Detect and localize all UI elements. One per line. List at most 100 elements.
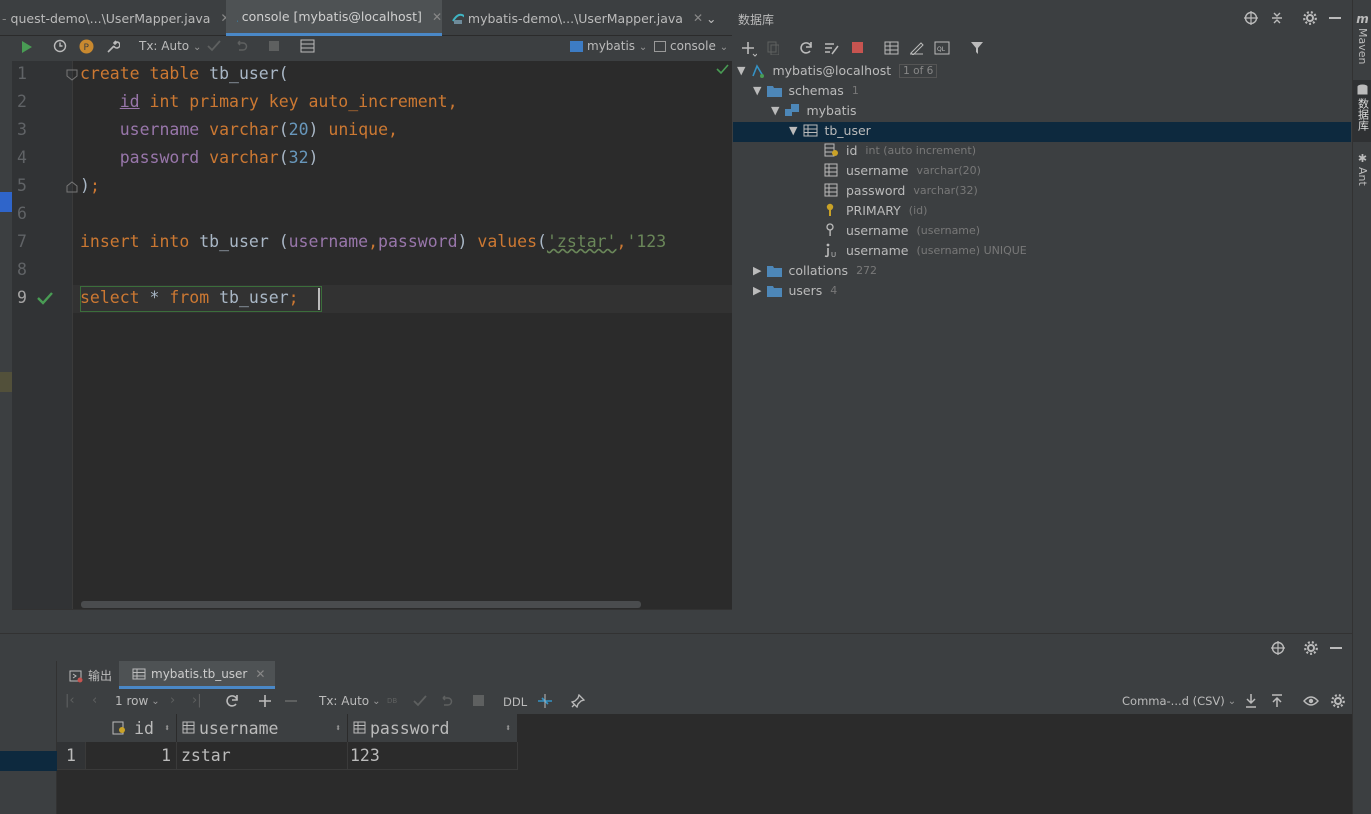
column-header-id[interactable]: id ⬍ <box>86 714 177 742</box>
tree-node-column[interactable]: Uusername (username) UNIQUE <box>824 243 1027 258</box>
datasource-dropdown[interactable]: mybatis ⌄ <box>570 39 647 53</box>
tx-mode-label: Tx: Auto <box>139 39 190 53</box>
rollback-icon[interactable] <box>234 39 248 53</box>
add-icon[interactable] <box>741 41 757 57</box>
table-view-icon[interactable] <box>300 39 315 53</box>
pin-icon[interactable] <box>571 694 585 708</box>
close-icon[interactable]: ✕ <box>255 667 265 681</box>
add-row-icon[interactable] <box>259 695 271 707</box>
tx-mode-dropdown[interactable]: Tx: Auto ⌄ <box>139 39 201 53</box>
sort-icon[interactable]: ⬍ <box>505 723 511 734</box>
first-page-icon[interactable]: |‹ <box>65 693 75 708</box>
tree-node-connection[interactable]: ▼ mybatis@localhost 1 of 6 <box>737 63 938 78</box>
close-icon[interactable]: ✕ <box>432 10 442 24</box>
tree-node-column[interactable]: id int (auto increment) <box>824 143 976 158</box>
run-icon[interactable] <box>21 40 33 54</box>
tab-console[interactable]: console [mybatis@localhost] ✕ <box>226 0 442 36</box>
cell-password[interactable]: 123 <box>348 742 518 770</box>
rollback-icon[interactable] <box>439 694 453 708</box>
refresh-icon[interactable] <box>225 694 239 708</box>
code-line[interactable]: create table tb_user( <box>80 64 289 83</box>
ddl-button[interactable]: DDL <box>503 695 527 709</box>
horizontal-scrollbar[interactable] <box>81 601 641 608</box>
tab-usermapper-mybatis[interactable]: mybatis-demo\...\UserMapper.java ✕ <box>443 0 703 36</box>
target-icon[interactable] <box>1244 11 1258 25</box>
table-icon[interactable] <box>884 41 899 55</box>
tree-node-column[interactable]: username (username) <box>824 223 980 238</box>
session-dropdown[interactable]: console ⌄ <box>654 39 728 53</box>
edit-schema-icon[interactable] <box>824 41 839 55</box>
chevron-down-icon[interactable]: ⌄ <box>706 0 728 36</box>
row-number[interactable]: 1 <box>57 742 86 770</box>
cell-username[interactable]: zstar <box>177 742 348 770</box>
history-icon[interactable] <box>53 39 67 53</box>
refresh-icon[interactable] <box>799 41 813 55</box>
db-commit-icon[interactable]: DB <box>387 694 399 708</box>
tree-node-column[interactable]: PRIMARY (id) <box>824 203 927 218</box>
commit-icon[interactable] <box>413 695 427 707</box>
collapse-icon[interactable] <box>1271 11 1283 25</box>
gear-icon[interactable] <box>1303 11 1317 25</box>
tab-mybatis-tb-user[interactable]: mybatis.tb_user ✕ <box>119 661 276 689</box>
code-line[interactable]: insert into tb_user (username,password) … <box>80 232 666 251</box>
gear-icon[interactable] <box>1304 641 1318 655</box>
svg-text:QL: QL <box>937 46 946 53</box>
code-line[interactable]: password varchar(32) <box>80 148 319 167</box>
ant-tool-button[interactable]: ✱ Ant <box>1354 152 1371 194</box>
target-icon[interactable] <box>1271 641 1285 655</box>
database-tool-button[interactable]: 数据库 <box>1353 80 1371 142</box>
tree-node-schema-mybatis[interactable]: ▼ mybatis <box>771 103 857 118</box>
query-console-icon[interactable]: QL <box>934 41 950 55</box>
fold-icon[interactable] <box>66 181 78 193</box>
tab-output[interactable]: 输出 <box>69 667 112 684</box>
code-line[interactable]: username varchar(20) unique, <box>80 120 398 139</box>
filter-icon[interactable] <box>970 41 984 55</box>
delete-row-icon[interactable] <box>285 700 297 702</box>
download-icon[interactable] <box>1245 694 1257 708</box>
column-header-username[interactable]: username ⬍ <box>177 714 348 742</box>
tree-node-column[interactable]: password varchar(32) <box>824 183 978 198</box>
code-line[interactable]: ); <box>80 176 100 195</box>
stop-icon[interactable] <box>268 40 280 52</box>
row-count-dropdown[interactable]: 1 row ⌄ <box>115 694 160 708</box>
prev-page-icon[interactable]: ‹ <box>92 693 97 708</box>
profile-icon[interactable]: P <box>79 39 94 54</box>
selected-service[interactable] <box>0 751 57 771</box>
tree-node-schemas[interactable]: ▼ schemas 1 <box>753 83 859 98</box>
edit-icon[interactable] <box>909 41 924 55</box>
tab-usermapper-quest[interactable]: - quest-demo\...\UserMapper.java ✕ <box>0 0 231 36</box>
upload-icon[interactable] <box>1271 694 1283 708</box>
tree-node-users[interactable]: ▶ users 4 <box>753 283 837 298</box>
commit-icon[interactable] <box>207 40 221 52</box>
column-icon <box>824 163 838 177</box>
minimize-icon[interactable] <box>1330 647 1342 649</box>
duplicate-icon[interactable] <box>767 41 779 55</box>
sql-editor[interactable] <box>12 61 732 609</box>
view-icon[interactable] <box>1303 695 1319 707</box>
close-icon[interactable]: ✕ <box>693 11 703 25</box>
inspection-ok-icon[interactable] <box>716 63 729 75</box>
next-page-icon[interactable]: › <box>170 693 175 708</box>
cell-id[interactable]: 1 <box>86 742 177 770</box>
sort-icon[interactable]: ⬍ <box>164 723 170 734</box>
code-line[interactable]: id int primary key auto_increment, <box>80 92 458 111</box>
sort-icon[interactable]: ⬍ <box>335 723 341 734</box>
line-number: 2 <box>17 92 27 111</box>
gear-icon[interactable] <box>1331 694 1345 708</box>
last-page-icon[interactable]: ›| <box>192 693 202 708</box>
column-header-password[interactable]: password ⬍ <box>348 714 518 742</box>
maven-tool-button[interactable]: m Maven <box>1354 12 1371 72</box>
tree-node-column[interactable]: username varchar(20) <box>824 163 981 178</box>
tree-node-collations[interactable]: ▶ collations 272 <box>753 263 877 278</box>
stop-icon[interactable] <box>852 42 863 53</box>
code-line[interactable]: select * from tb_user; <box>80 288 299 307</box>
scroll-left-icon[interactable]: - <box>2 11 7 26</box>
minimize-icon[interactable] <box>1329 17 1341 19</box>
compare-icon[interactable] <box>537 693 553 709</box>
settings-wrench-icon[interactable] <box>105 39 120 54</box>
export-format-dropdown[interactable]: Comma-...d (CSV) ⌄ <box>1122 694 1236 708</box>
tx-mode-dropdown[interactable]: Tx: Auto ⌄ <box>319 694 381 708</box>
fold-icon[interactable] <box>66 69 78 81</box>
tree-node-table-tb-user[interactable]: ▼ tb_user <box>789 123 871 138</box>
stop-icon[interactable] <box>473 695 484 706</box>
